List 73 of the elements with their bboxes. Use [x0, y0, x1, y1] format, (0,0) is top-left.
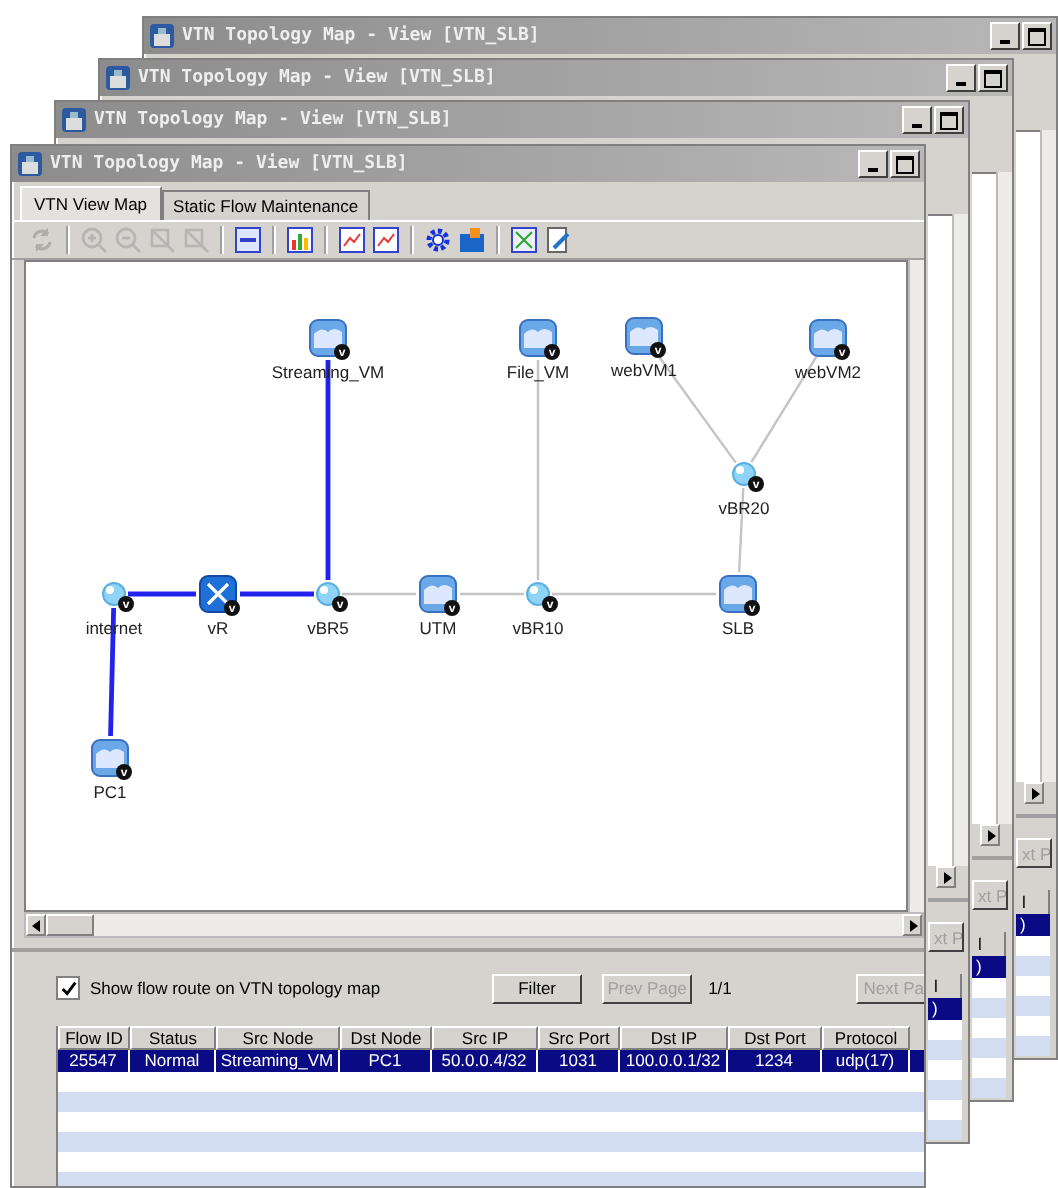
vertical-scrollbar[interactable]: [952, 214, 968, 866]
column-header[interactable]: Src Node: [216, 1026, 340, 1050]
maximize-button[interactable]: [978, 64, 1008, 92]
scroll-right-button[interactable]: [980, 824, 1000, 846]
column-header: l: [928, 974, 962, 998]
maximize-button[interactable]: [934, 106, 964, 134]
edit-icon[interactable]: [544, 226, 572, 254]
column-header[interactable]: Status: [130, 1026, 216, 1050]
column-header[interactable]: Flow ID: [58, 1026, 130, 1050]
scroll-right-button[interactable]: [936, 866, 956, 888]
line-chart-icon[interactable]: [338, 226, 366, 254]
node-label: UTM: [419, 618, 457, 638]
column-header[interactable]: Src IP: [432, 1026, 538, 1050]
route-checkbox[interactable]: [56, 976, 80, 1000]
column-header: l: [1016, 890, 1050, 914]
empty-table-row: [1016, 1036, 1050, 1056]
node-label: File_VM: [506, 362, 570, 382]
table-row[interactable]: ): [928, 998, 962, 1020]
table-row[interactable]: 25547 Normal Streaming_VM PC1 50.0.0.4/32 1031 100.0.0.1/32 1234 udp(17): [58, 1050, 924, 1072]
minimize-button[interactable]: [858, 150, 888, 178]
empty-table-row: [1016, 996, 1050, 1016]
horizontal-scrollbar[interactable]: [24, 912, 924, 938]
empty-table-row: [972, 1078, 1006, 1098]
window-title: VTN Topology Map - View [VTN_SLB]: [182, 26, 540, 46]
node-label: vBR20: [718, 498, 770, 518]
node-label: vBR10: [512, 618, 564, 638]
scroll-right-button[interactable]: [1024, 782, 1044, 804]
empty-table-row: [928, 1080, 962, 1100]
column-header: l: [972, 932, 1006, 956]
table-row[interactable]: ): [1016, 914, 1050, 936]
vertical-scrollbar[interactable]: [996, 172, 1012, 824]
empty-table-row: [928, 1120, 962, 1140]
folder-icon[interactable]: [458, 226, 486, 254]
empty-table-row: [928, 1040, 962, 1060]
window-title: VTN Topology Map - View [VTN_SLB]: [50, 154, 408, 174]
window-title: VTN Topology Map - View [VTN_SLB]: [94, 110, 452, 130]
filter-button[interactable]: Filter: [492, 973, 583, 1003]
app-icon: [148, 22, 176, 50]
window-title: VTN Topology Map - View [VTN_SLB]: [138, 68, 496, 88]
vertical-scrollbar[interactable]: [1040, 130, 1056, 782]
grid-icon[interactable]: [510, 226, 538, 254]
table-row[interactable]: ): [972, 956, 1006, 978]
column-header[interactable]: Dst Node: [340, 1026, 432, 1050]
minimize-button[interactable]: [990, 22, 1020, 50]
bar-chart-icon[interactable]: [286, 226, 314, 254]
column-header[interactable]: Src Port: [538, 1026, 620, 1050]
node-label: webVM1: [610, 360, 678, 380]
node-label: SLB: [721, 618, 755, 638]
node-label: vBR5: [307, 618, 349, 638]
vertical-scrollbar[interactable]: [908, 260, 924, 912]
tab[interactable]: VTN View Map: [20, 186, 162, 220]
panel-icon[interactable]: [234, 226, 262, 254]
minimize-button[interactable]: [902, 106, 932, 134]
empty-table-row: [1016, 956, 1050, 976]
app-icon: [16, 150, 44, 178]
column-header[interactable]: Dst Port: [728, 1026, 822, 1050]
page-indicator: 1/1: [708, 978, 732, 998]
checkbox-label: Show flow route on VTN topology map: [90, 978, 381, 998]
maximize-button[interactable]: [890, 150, 920, 178]
column-header[interactable]: Dst IP: [620, 1026, 728, 1050]
minimize-button[interactable]: [946, 64, 976, 92]
column-header[interactable]: Protocol: [822, 1026, 910, 1050]
app-icon: [104, 64, 132, 92]
empty-table-row: [972, 1038, 1006, 1058]
node-label: webVM2: [794, 362, 862, 382]
empty-table-row: [972, 998, 1006, 1018]
node-label: PC1: [93, 782, 127, 802]
gear-icon[interactable]: [424, 226, 452, 254]
maximize-button[interactable]: [1022, 22, 1052, 50]
line-chart-icon[interactable]: [372, 226, 400, 254]
node-label: vR: [207, 618, 229, 638]
tab[interactable]: Static Flow Maintenance: [161, 190, 371, 220]
app-icon: [60, 106, 88, 134]
